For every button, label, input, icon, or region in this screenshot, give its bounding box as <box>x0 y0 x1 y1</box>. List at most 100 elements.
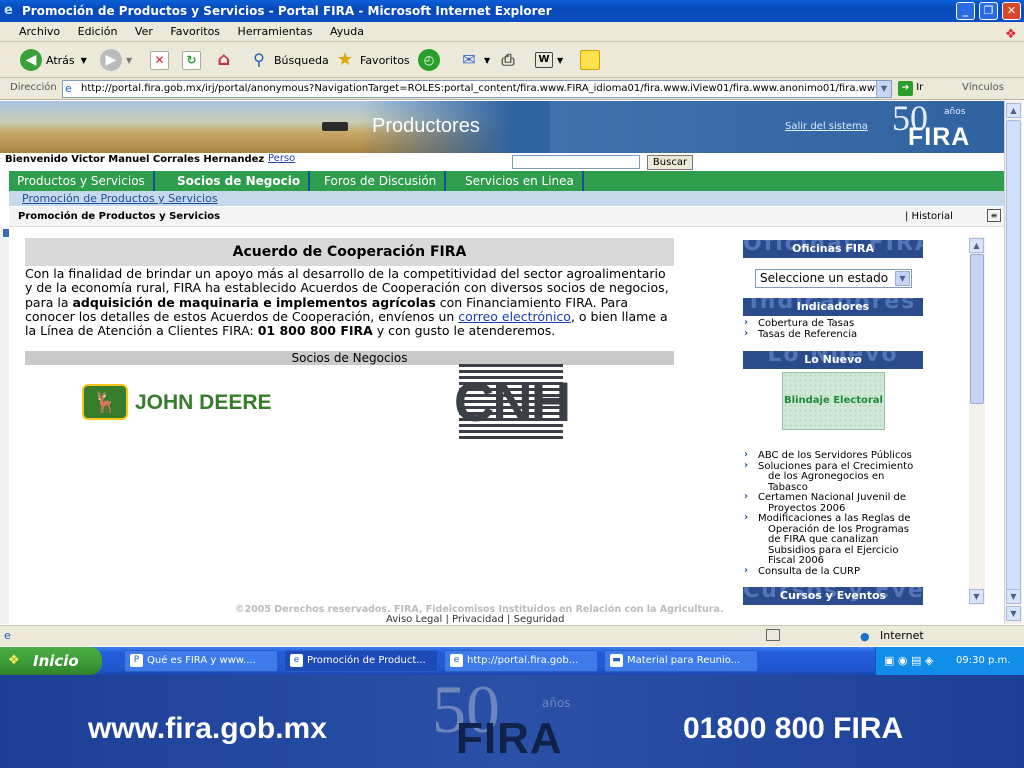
favorites-button[interactable]: ★ Favoritos <box>334 48 410 72</box>
estado-select[interactable]: Seleccione un estado ▼ <box>755 269 912 288</box>
personalize-link[interactable]: Perso <box>268 153 295 164</box>
inner-scroll-down-icon[interactable]: ▼ <box>969 589 984 604</box>
page-options-icon[interactable]: ≡ <box>987 209 1001 222</box>
menu-herramientas[interactable]: Herramientas <box>231 22 320 38</box>
windows-logo-icon: ❖ <box>1005 27 1017 42</box>
mail-dropdown-icon[interactable]: ▼ <box>484 56 490 65</box>
historial-menu[interactable]: | Historial <box>905 211 953 222</box>
page-scrollbar[interactable]: ▲ ▼ ▼ <box>1004 101 1022 624</box>
scroll-down-icon[interactable]: ▼ <box>1006 606 1021 621</box>
forward-button[interactable]: ▶ ▼ <box>100 48 132 72</box>
email-link[interactable]: correo electrónico <box>458 309 571 324</box>
footer-links[interactable]: Aviso Legal | Privacidad | Seguridad <box>386 614 565 624</box>
edit-dropdown-icon[interactable]: ▼ <box>557 56 563 65</box>
slide-footer-phone: 01800 800 FIRA <box>683 712 904 745</box>
fira-50-logo: 50 años FIRA <box>892 101 971 151</box>
task-que-es-fira[interactable]: P Qué es FIRA y www.... <box>124 650 278 672</box>
lock-slot-icon <box>766 629 780 641</box>
tab-foros-discusion[interactable]: Foros de Discusión <box>316 171 447 191</box>
menu-archivo[interactable]: Archivo <box>12 22 67 38</box>
menu-bar: Archivo Edición Ver Favoritos Herramient… <box>0 22 1024 42</box>
task-promocion[interactable]: e Promoción de Product... <box>284 650 438 672</box>
inner-scroll-thumb[interactable] <box>970 254 984 404</box>
search-input[interactable] <box>512 155 640 169</box>
tab-productos-servicios[interactable]: Productos y Servicios <box>9 171 155 191</box>
url-text: http://portal.fira.gob.mx/irj/portal/ano… <box>81 83 886 94</box>
back-label: Atrás <box>46 53 75 67</box>
back-arrow-icon: ◀ <box>20 49 42 71</box>
buscar-button[interactable]: Buscar <box>647 155 693 170</box>
window-title-bar[interactable]: e Promoción de Productos y Servicios - P… <box>0 0 1024 22</box>
refresh-button[interactable]: ↻ <box>182 48 205 72</box>
scroll-thumb[interactable] <box>1006 120 1021 590</box>
address-label: Dirección <box>10 82 57 93</box>
url-field[interactable]: e http://portal.fira.gob.mx/irj/portal/a… <box>62 80 892 98</box>
stop-button[interactable]: ✕ <box>150 48 173 72</box>
close-button[interactable]: ✕ <box>1002 2 1021 20</box>
banner-title: Productores <box>372 115 480 137</box>
collapse-arrow-icon[interactable] <box>3 229 9 237</box>
cobertura-tasas-link[interactable]: Cobertura de Tasas <box>743 318 857 330</box>
menu-edicion[interactable]: Edición <box>71 22 125 38</box>
back-dropdown-icon[interactable]: ▼ <box>81 56 87 65</box>
slide-footer-url: www.fira.gob.mx <box>88 712 327 745</box>
forward-arrow-icon: ▶ <box>100 49 122 71</box>
tab-servicios-linea[interactable]: Servicios en Linea <box>457 171 584 191</box>
clock[interactable]: 09:30 p.m. <box>956 655 1010 666</box>
go-arrow-icon: ➔ <box>898 81 913 96</box>
cnh-logo[interactable]: CNH <box>423 364 600 440</box>
word-edit-icon: W <box>535 52 553 68</box>
socios-title: Socios de Negocios <box>291 351 408 365</box>
minimize-button[interactable]: _ <box>956 2 975 20</box>
go-button[interactable]: ➔ Ir <box>898 81 923 96</box>
ie-task-icon: e <box>450 654 463 667</box>
links-label[interactable]: Vínculos <box>962 82 1004 93</box>
edit-button[interactable]: W ▼ <box>535 48 563 72</box>
news-item[interactable]: Consulta de la CURP <box>743 566 913 578</box>
stop-icon: ✕ <box>150 50 169 70</box>
history-icon: ◴ <box>418 49 440 71</box>
fira-50-footer-logo: 50 años FIRA <box>432 671 571 763</box>
tasas-referencia-link[interactable]: Tasas de Referencia <box>743 329 857 341</box>
restore-button[interactable]: ❐ <box>979 2 998 20</box>
forward-dropdown-icon[interactable]: ▼ <box>126 56 132 65</box>
page-status-icon: e <box>4 629 11 642</box>
news-item[interactable]: Soluciones para el Crecimiento <box>743 461 913 473</box>
deer-icon: 🦌 <box>82 384 128 420</box>
powerpoint-icon: P <box>130 654 143 667</box>
messenger-button[interactable] <box>580 48 604 72</box>
logout-link[interactable]: Salir del sistema <box>785 121 868 132</box>
cursos-header: Cursos y Eventos Cursos y Eventos <box>743 587 923 605</box>
page-title: Promoción de Productos y Servicios <box>18 211 221 222</box>
browser-viewport: Productores Salir del sistema 50 años FI… <box>0 101 1004 624</box>
history-button[interactable]: ◴ <box>418 48 444 72</box>
status-bar: e ● <box>0 625 1024 646</box>
page-icon: e <box>65 82 72 95</box>
inner-scroll-up-icon[interactable]: ▲ <box>969 238 984 253</box>
search-button[interactable]: ⚲ Búsqueda <box>248 48 329 72</box>
blindaje-label: Blindaje Electoral <box>784 395 883 406</box>
menu-ayuda[interactable]: Ayuda <box>323 22 371 38</box>
home-icon: ⌂ <box>217 49 231 70</box>
ie-icon: e <box>4 3 13 18</box>
tab-socios-negocio[interactable]: Socios de Negocio <box>169 171 311 191</box>
scroll-up-icon[interactable]: ▲ <box>1006 103 1021 118</box>
task-portal-fira[interactable]: e http://portal.fira.gob... <box>444 650 598 672</box>
menu-ver[interactable]: Ver <box>128 22 160 38</box>
subnav-promocion-link[interactable]: Promoción de Productos y Servicios <box>22 192 218 205</box>
scroll-down-icon[interactable]: ▼ <box>1006 589 1021 604</box>
news-item[interactable]: Certamen Nacional Juvenil de <box>743 492 913 504</box>
lo-nuevo-header: Lo Nuevo Lo Nuevo <box>743 351 923 369</box>
tray-icons[interactable]: ▣ ◉ ▤ ◈ <box>884 654 933 667</box>
back-button[interactable]: ◀ Atrás ▼ <box>20 48 87 72</box>
john-deere-logo[interactable]: 🦌 JOHN DEERE <box>82 384 294 422</box>
url-dropdown-icon[interactable]: ▼ <box>876 81 891 97</box>
mail-button[interactable]: ✉ ▼ <box>458 48 490 72</box>
search-label: Búsqueda <box>274 53 329 67</box>
news-item[interactable]: Modificaciones a las Reglas de <box>743 513 913 525</box>
task-material[interactable]: ▬ Material para Reunio... <box>604 650 758 672</box>
menu-favoritos[interactable]: Favoritos <box>163 22 227 38</box>
home-button[interactable]: ⌂ <box>213 48 239 72</box>
print-button[interactable]: ⎙ <box>497 48 523 72</box>
content-paragraph: Con la finalidad de brindar un apoyo más… <box>25 266 669 339</box>
